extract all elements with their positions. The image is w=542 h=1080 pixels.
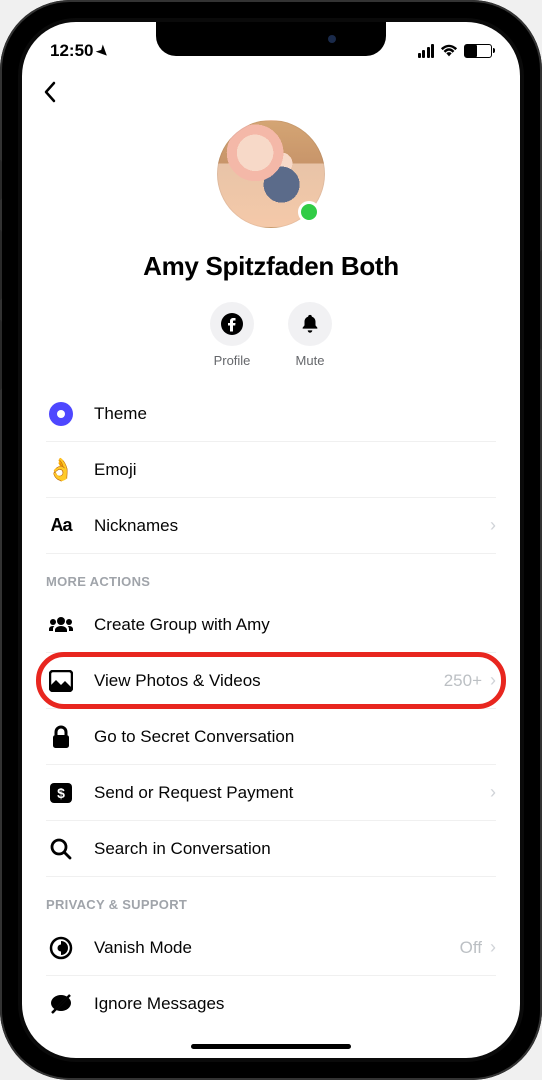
battery-icon (464, 44, 492, 58)
svg-text:$: $ (57, 785, 65, 801)
device-notch (156, 22, 386, 56)
ignore-icon (49, 992, 73, 1016)
setting-label: Emoji (94, 460, 496, 480)
mute-action-button[interactable]: Mute (288, 302, 332, 368)
vanish-icon (49, 936, 73, 960)
vanish-mode-row[interactable]: Vanish Mode Off › (46, 920, 496, 976)
emoji-row[interactable]: 👌 Emoji (46, 442, 496, 498)
avatar-container[interactable] (217, 120, 325, 228)
cellular-icon (418, 44, 435, 58)
lock-icon (51, 725, 71, 749)
back-button[interactable] (42, 80, 58, 104)
section-header-privacy: PRIVACY & SUPPORT (46, 877, 496, 920)
emoji-icon: 👌 (47, 457, 74, 483)
mute-action-label: Mute (288, 353, 332, 368)
setting-label: Send or Request Payment (94, 783, 490, 803)
setting-label: Nicknames (94, 516, 490, 536)
secret-conversation-row[interactable]: Go to Secret Conversation (46, 709, 496, 765)
setting-label: Theme (94, 404, 496, 424)
theme-row[interactable]: Theme (46, 386, 496, 442)
profile-action-label: Profile (210, 353, 254, 368)
setting-label: View Photos & Videos (94, 671, 444, 691)
payment-icon: $ (49, 782, 73, 804)
setting-label: Search in Conversation (94, 839, 496, 859)
view-photos-row[interactable]: View Photos & Videos 250+ › (46, 653, 496, 709)
setting-label: Create Group with Amy (94, 615, 496, 635)
location-icon: ➤ (93, 41, 113, 61)
group-icon (48, 615, 74, 635)
setting-label: Vanish Mode (94, 938, 460, 958)
create-group-row[interactable]: Create Group with Amy (46, 597, 496, 653)
profile-name: Amy Spitzfaden Both (22, 251, 520, 282)
search-conversation-row[interactable]: Search in Conversation (46, 821, 496, 877)
setting-label: Go to Secret Conversation (94, 727, 496, 747)
section-header-more: MORE ACTIONS (46, 554, 496, 597)
wifi-icon (440, 44, 458, 58)
payment-row[interactable]: $ Send or Request Payment › (46, 765, 496, 821)
setting-label: Ignore Messages (94, 994, 496, 1014)
photo-icon (49, 670, 73, 692)
ignore-messages-row[interactable]: Ignore Messages (46, 976, 496, 1032)
bell-icon (299, 313, 321, 335)
facebook-icon (220, 312, 244, 336)
profile-action-button[interactable]: Profile (210, 302, 254, 368)
status-time: 12:50 (50, 41, 93, 61)
home-indicator[interactable] (191, 1044, 351, 1049)
setting-value: 250+ (444, 671, 482, 691)
theme-icon (49, 402, 73, 426)
chevron-right-icon: › (490, 782, 496, 803)
chevron-right-icon: › (490, 670, 496, 691)
text-icon: Aa (50, 515, 71, 536)
search-icon (50, 838, 72, 860)
nicknames-row[interactable]: Aa Nicknames › (46, 498, 496, 554)
setting-value: Off (460, 938, 482, 958)
chevron-right-icon: › (490, 515, 496, 536)
nav-bar (22, 68, 520, 116)
chevron-right-icon: › (490, 937, 496, 958)
online-indicator (298, 201, 320, 223)
